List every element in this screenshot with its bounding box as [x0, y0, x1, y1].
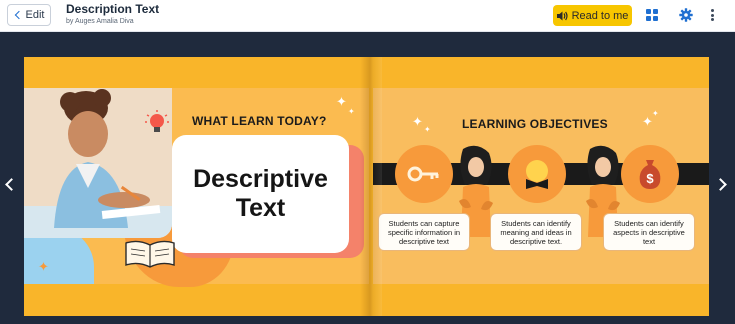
card-title-line-1: Descriptive: [193, 165, 328, 193]
sparkle-icon: ✦: [348, 107, 355, 116]
money-circle: $: [621, 145, 679, 203]
more-vertical-icon[interactable]: [707, 8, 717, 22]
objective-caption: Students can identify aspects in descrip…: [603, 213, 695, 251]
edit-button[interactable]: Edit: [7, 4, 51, 26]
title-card: Descriptive Text: [172, 135, 349, 253]
sparkle-icon: ✦: [652, 109, 659, 118]
open-book-icon: [125, 240, 175, 268]
right-heading: LEARNING OBJECTIVES: [462, 117, 608, 131]
sparkle-icon: ✦: [38, 259, 49, 274]
title-block: Description Text by Auges Amalia Diva: [66, 2, 159, 26]
sparkle-icon: ✦: [336, 94, 347, 109]
gear-icon[interactable]: [679, 8, 693, 22]
top-bar: Edit Description Text by Auges Amalia Di…: [0, 0, 735, 32]
chevron-left-icon: [5, 178, 18, 191]
svg-text:$: $: [646, 171, 654, 186]
objective-caption: Students can identify meaning and ideas …: [490, 213, 582, 251]
grid-icon[interactable]: [646, 9, 658, 21]
next-page-button[interactable]: [714, 176, 728, 194]
author-byline: by Auges Amalia Diva: [66, 18, 134, 25]
reading-circle: [508, 145, 566, 203]
book-spine: [360, 57, 382, 316]
chevron-left-icon: [14, 10, 23, 20]
previous-page-button[interactable]: [4, 176, 18, 194]
read-to-me-button[interactable]: Read to me: [553, 5, 632, 26]
book-spread: ✦ ✦ ✦ ✦ ✦ ✦ ✦ WHAT LEARN TODAY? Descript…: [24, 57, 709, 316]
book-title: Description Text: [66, 2, 160, 16]
objective-caption: Students can capture specific informatio…: [378, 213, 470, 251]
lightbulb-icon: [145, 110, 169, 132]
speaker-icon: [556, 11, 568, 21]
edit-label: Edit: [25, 9, 45, 21]
key-icon: [407, 166, 439, 182]
left-heading: WHAT LEARN TODAY?: [192, 114, 327, 128]
read-to-me-label: Read to me: [571, 9, 629, 22]
sparkle-icon: ✦: [412, 114, 423, 129]
reading-face-icon: [526, 160, 548, 189]
chevron-right-icon: [714, 178, 727, 191]
sparkle-icon: ✦: [424, 125, 431, 134]
card-title-line-2: Text: [235, 194, 286, 222]
key-circle: [395, 145, 453, 203]
money-bag-icon: $: [639, 160, 661, 189]
